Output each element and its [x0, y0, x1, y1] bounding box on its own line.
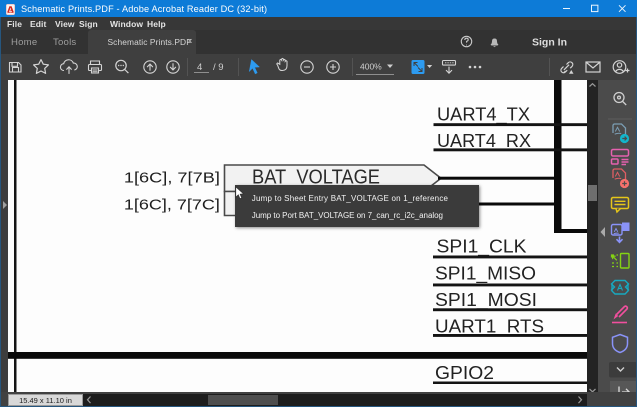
svg-text:SPI1_MISO: SPI1_MISO — [435, 263, 536, 285]
svg-text:GPIO2: GPIO2 — [435, 362, 494, 383]
svg-text:/ 9: / 9 — [213, 62, 224, 73]
svg-text:Sign In: Sign In — [532, 37, 567, 49]
svg-text:SPI1_MOSI: SPI1_MOSI — [435, 289, 537, 311]
svg-text:4: 4 — [197, 62, 202, 73]
svg-text:SPI1_CLK: SPI1_CLK — [437, 236, 528, 258]
svg-text:1[6C], 7[7B]: 1[6C], 7[7B] — [124, 171, 220, 187]
svg-text:1[6C], 7[7C]: 1[6C], 7[7C] — [124, 198, 220, 214]
svg-text:UART4_TX: UART4_TX — [437, 104, 530, 126]
svg-text:400%: 400% — [360, 62, 382, 72]
